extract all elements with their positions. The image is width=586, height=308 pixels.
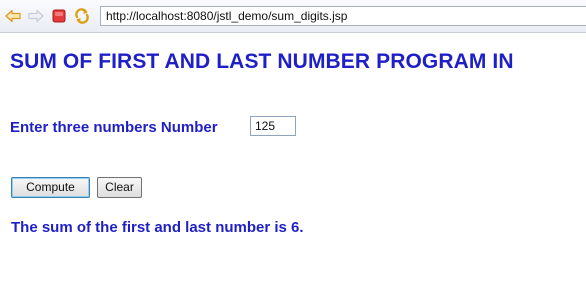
back-button[interactable]: [4, 7, 22, 25]
compute-button[interactable]: Compute: [11, 177, 90, 198]
address-bar[interactable]: http://localhost:8080/jstl_demo/sum_digi…: [100, 6, 586, 26]
page-title: SUM OF FIRST AND LAST NUMBER PROGRAM IN: [10, 50, 514, 73]
page-content: SUM OF FIRST AND LAST NUMBER PROGRAM IN …: [0, 33, 586, 308]
forward-button[interactable]: [27, 7, 45, 25]
refresh-button[interactable]: [73, 7, 91, 25]
back-icon: [5, 9, 21, 23]
stop-button[interactable]: [50, 7, 68, 25]
result-text: The sum of the first and last number is …: [11, 219, 304, 236]
number-input-label: Enter three numbers Number: [10, 119, 218, 136]
browser-toolbar: http://localhost:8080/jstl_demo/sum_digi…: [0, 0, 586, 33]
stop-icon: [52, 9, 66, 23]
forward-icon: [28, 9, 44, 23]
clear-button[interactable]: Clear: [97, 177, 142, 198]
number-input[interactable]: [250, 116, 296, 136]
refresh-icon: [75, 8, 89, 24]
